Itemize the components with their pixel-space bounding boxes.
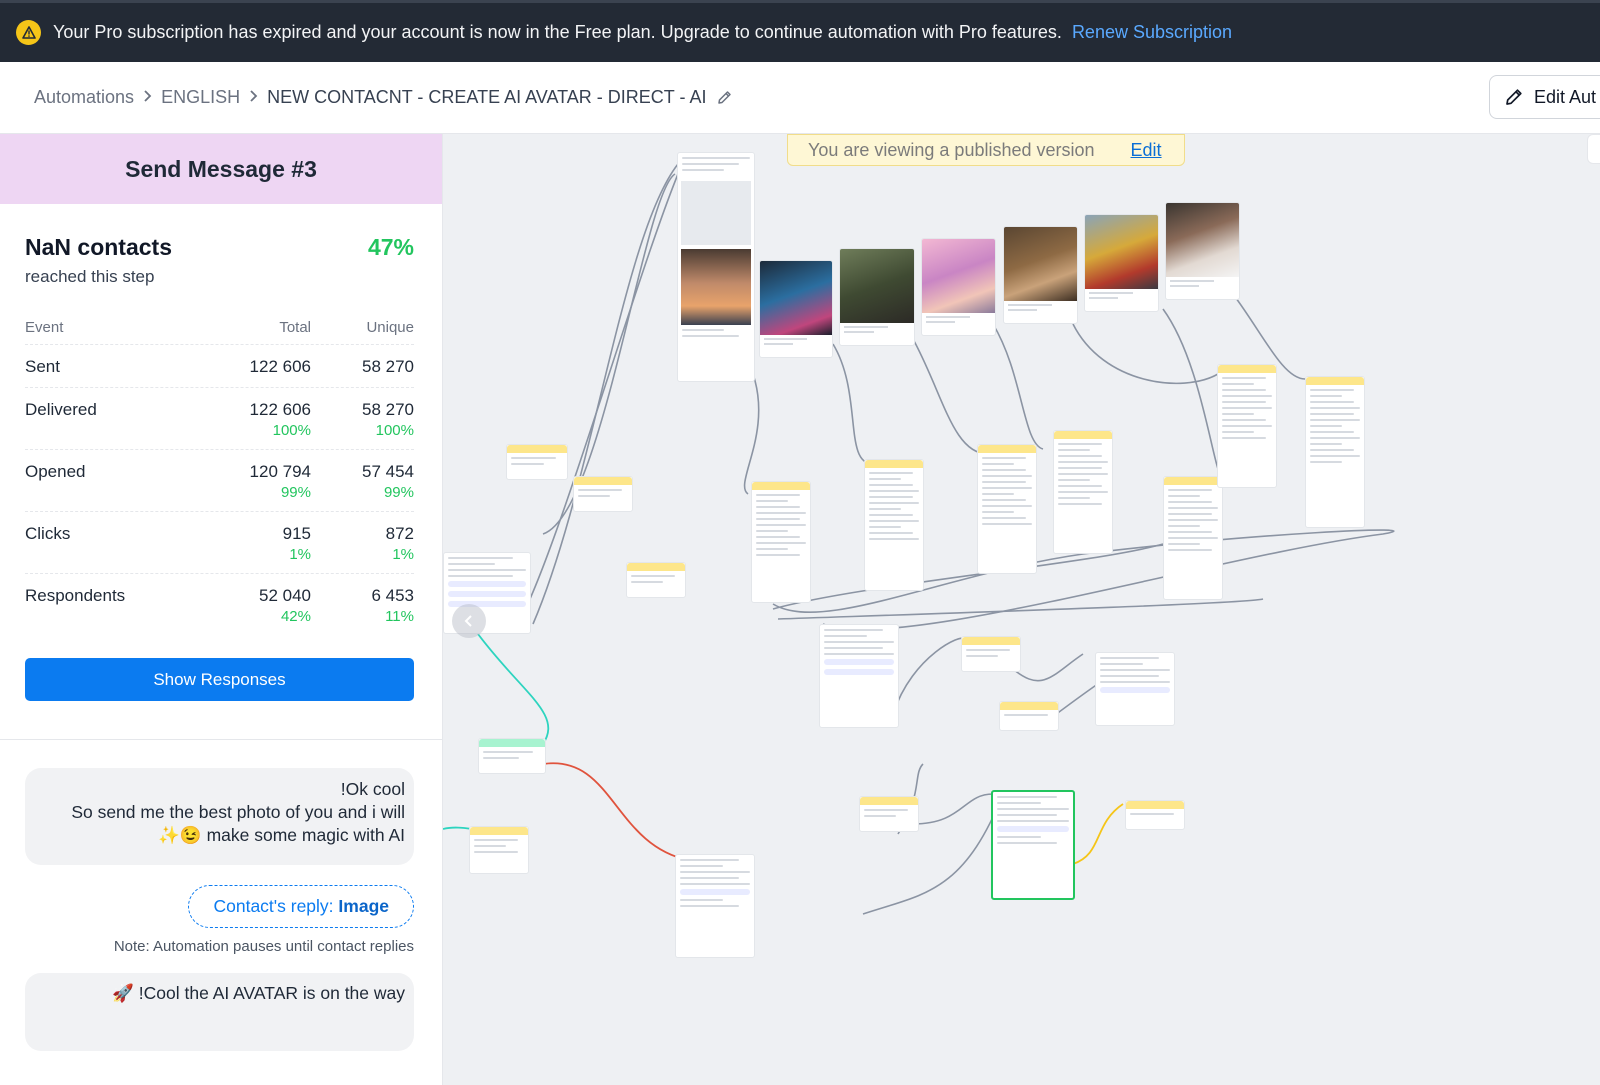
event-name: Clicks	[25, 524, 71, 543]
total-value: 120 794	[249, 462, 311, 481]
flow-node-action[interactable]	[751, 481, 811, 603]
avatar-option-card[interactable]	[839, 248, 915, 346]
message-line: !Ok cool	[340, 779, 405, 799]
total-value: 122 606	[249, 400, 311, 419]
breadcrumb-english[interactable]: ENGLISH	[161, 87, 240, 108]
renew-subscription-link[interactable]: Renew Subscription	[1072, 22, 1232, 43]
flow-node-action[interactable]	[977, 444, 1037, 574]
step-title: Send Message #3	[0, 134, 442, 204]
flow-node-message[interactable]	[819, 624, 899, 728]
breadcrumb-automations[interactable]: Automations	[34, 87, 134, 108]
page-header: Automations ENGLISH NEW CONTACNT - CREAT…	[0, 62, 1600, 134]
reply-type: Image	[338, 896, 389, 916]
reply-prefix: Contact's reply:	[213, 896, 334, 916]
unique-value: 57 454	[362, 462, 414, 481]
rename-pencil-icon[interactable]	[716, 89, 733, 106]
breadcrumb-separator-icon	[249, 87, 258, 108]
breadcrumb-current: NEW CONTACNT - CREATE AI AVATAR - DIRECT…	[267, 87, 707, 107]
flow-node-action[interactable]	[1125, 800, 1185, 830]
flow-node-action[interactable]	[626, 562, 686, 598]
flow-canvas[interactable]: You are viewing a published version Edit	[443, 134, 1600, 1085]
total-percent: 1%	[289, 546, 311, 563]
message-preview-bubble-2: 🚀 !Cool the AI AVATAR is on the way	[25, 973, 414, 1051]
published-version-bar: You are viewing a published version Edit	[787, 134, 1185, 166]
col-unique: Unique	[366, 319, 414, 336]
canvas-side-handle[interactable]	[1587, 134, 1600, 164]
avatar-option-card[interactable]	[1084, 214, 1159, 312]
flow-node-action[interactable]	[1053, 430, 1113, 554]
published-version-text: You are viewing a published version	[808, 139, 1095, 160]
collapse-panel-button[interactable]	[452, 604, 486, 638]
flow-node-action[interactable]	[864, 459, 924, 591]
total-percent: 99%	[280, 484, 311, 501]
pencil-icon	[1506, 89, 1522, 105]
table-row: Clicks 915 1% 872 1%	[25, 512, 414, 574]
flow-node-message[interactable]	[675, 854, 755, 958]
unique-value: 872	[385, 524, 414, 543]
message-preview-bubble: !Ok cool So send me the best photo of yo…	[25, 768, 414, 865]
avatar-option-card[interactable]	[1165, 202, 1240, 300]
chevron-left-icon	[464, 615, 472, 627]
total-percent: 100%	[272, 422, 311, 439]
subscription-banner: Your Pro subscription has expired and yo…	[0, 0, 1600, 62]
flow-node-selected-message[interactable]	[991, 790, 1075, 900]
flow-node-message[interactable]	[677, 152, 755, 382]
events-table: Event Total Unique Sent 122 606 58 270 D…	[25, 311, 414, 636]
step-stats: NaN contacts 47% reached this step Event…	[0, 204, 442, 636]
flow-node-action[interactable]	[999, 701, 1059, 731]
flow-node-condition[interactable]	[478, 738, 546, 774]
table-row: Sent 122 606 58 270	[25, 345, 414, 388]
flow-node-action[interactable]	[961, 636, 1021, 672]
flow-node-action[interactable]	[1217, 364, 1277, 488]
table-row: Opened 120 794 99% 57 454 99%	[25, 450, 414, 512]
total-value: 915	[282, 524, 311, 543]
col-event: Event	[25, 319, 64, 336]
table-header: Event Total Unique	[25, 311, 414, 345]
edit-automation-button[interactable]: Edit Aut	[1489, 75, 1600, 119]
col-total: Total	[279, 319, 311, 336]
flow-node-action[interactable]	[1163, 476, 1223, 600]
unique-value: 58 270	[362, 400, 414, 419]
message-line: So send me the best photo of you and i w…	[71, 802, 405, 822]
unique-value: 58 270	[362, 357, 414, 376]
flow-node-action[interactable]	[469, 826, 529, 874]
event-name: Sent	[25, 357, 60, 376]
banner-message: Your Pro subscription has expired and yo…	[53, 22, 1062, 42]
breadcrumb-separator-icon	[143, 87, 152, 108]
unique-percent: 99%	[383, 484, 414, 501]
total-value: 52 040	[259, 586, 311, 605]
contact-reply-wrapper: Contact's reply: Image	[25, 885, 414, 928]
unique-percent: 100%	[375, 422, 414, 439]
flow-node-message[interactable]	[1095, 652, 1175, 726]
total-value: 122 606	[249, 357, 311, 376]
avatar-option-card[interactable]	[921, 238, 996, 336]
table-row: Delivered 122 606 100% 58 270 100%	[25, 388, 414, 450]
flow-node-action[interactable]	[859, 796, 919, 832]
panel-divider	[0, 739, 442, 740]
contact-reply-pill[interactable]: Contact's reply: Image	[188, 885, 414, 928]
unique-value: 6 453	[371, 586, 414, 605]
pause-note: Note: Automation pauses until contact re…	[113, 938, 414, 955]
flow-node-action[interactable]	[1305, 376, 1365, 528]
event-name: Respondents	[25, 586, 126, 605]
flow-node-action[interactable]	[573, 476, 633, 512]
warning-icon	[16, 20, 41, 45]
message-line: ✨😉 make some magic with AI	[158, 825, 405, 845]
unique-percent: 1%	[392, 546, 414, 563]
reach-percentage: 47%	[367, 234, 414, 260]
show-responses-button[interactable]: Show Responses	[25, 658, 414, 701]
table-row: Respondents 52 040 42% 6 453 11%	[25, 574, 414, 636]
edit-version-link[interactable]: Edit	[1131, 140, 1162, 161]
unique-percent: 11%	[385, 608, 414, 625]
total-percent: 42%	[280, 608, 311, 625]
contacts-subtitle: reached this step	[25, 267, 155, 286]
avatar-option-card[interactable]	[1003, 226, 1078, 324]
step-details-panel: Send Message #3 NaN contacts 47% reached…	[0, 134, 443, 1085]
event-name: Delivered	[25, 400, 97, 419]
contacts-count: NaN contacts	[25, 234, 172, 260]
edit-automation-label: Edit Aut	[1534, 86, 1597, 107]
event-name: Opened	[25, 462, 86, 481]
avatar-option-card[interactable]	[759, 260, 833, 358]
flow-node-action[interactable]	[506, 444, 568, 480]
